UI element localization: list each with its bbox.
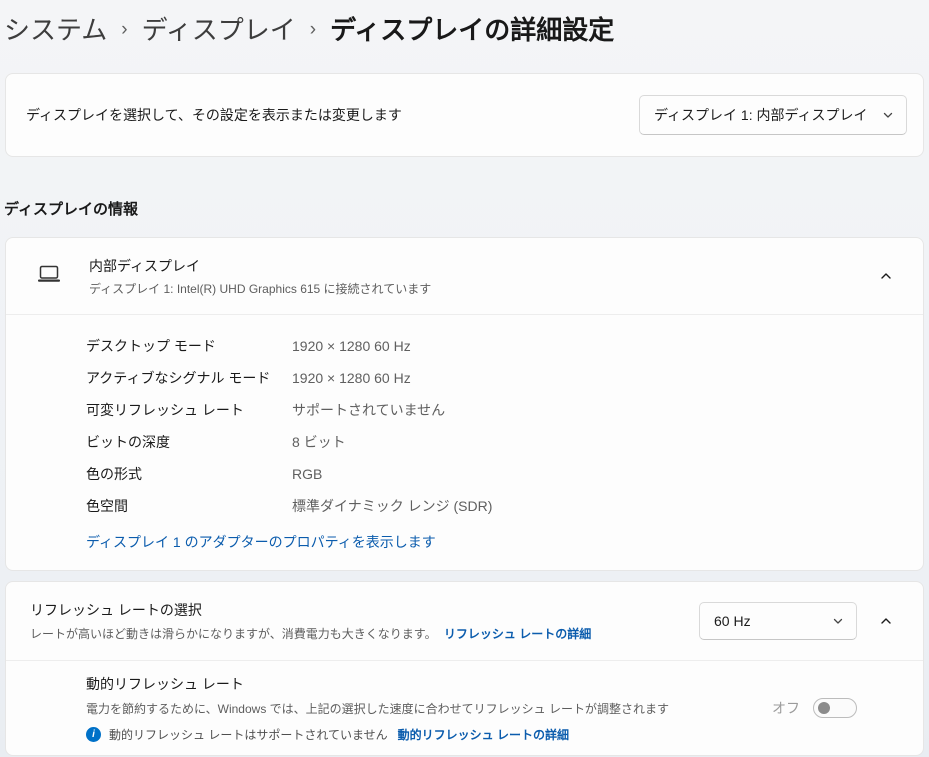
info-row-color-space: 色空間 標準ダイナミック レンジ (SDR) xyxy=(86,490,923,522)
breadcrumb-item-display[interactable]: ディスプレイ xyxy=(142,10,296,47)
breadcrumb-separator-icon: › xyxy=(310,17,316,41)
display-info-title: 内部ディスプレイ xyxy=(89,256,431,276)
toggle-state-label: オフ xyxy=(772,698,800,718)
refresh-rate-description: レートが高いほど動きは滑らかになりますが、消費電力も大きくなります。 リフレッシ… xyxy=(30,625,699,642)
display-select-label: ディスプレイを選択して、その設定を表示または変更します xyxy=(26,105,639,125)
dynamic-refresh-rate-section: 動的リフレッシュ レート 電力を節約するために、Windows では、上記の選択… xyxy=(6,661,923,755)
laptop-icon xyxy=(36,262,62,291)
refresh-rate-value: 60 Hz xyxy=(714,613,751,629)
refresh-rate-dropdown[interactable]: 60 Hz xyxy=(699,602,857,640)
display-info-subtitle: ディスプレイ 1: Intel(R) UHD Graphics 615 に接続さ… xyxy=(89,280,431,297)
info-value: 標準ダイナミック レンジ (SDR) xyxy=(292,496,492,516)
adapter-properties-link[interactable]: ディスプレイ 1 のアダプターのプロパティを表示します xyxy=(86,532,436,552)
display-select-card: ディスプレイを選択して、その設定を表示または変更します ディスプレイ 1: 内部… xyxy=(5,73,924,157)
info-value: 1920 × 1280 60 Hz xyxy=(292,370,411,386)
display-select-dropdown[interactable]: ディスプレイ 1: 内部ディスプレイ xyxy=(639,95,907,135)
chevron-down-icon xyxy=(882,109,894,121)
info-label: デスクトップ モード xyxy=(86,336,292,356)
breadcrumb-current-page-title: ディスプレイの詳細設定 xyxy=(330,10,614,47)
chevron-up-icon[interactable] xyxy=(879,269,893,283)
display-info-expander-header[interactable]: 内部ディスプレイ ディスプレイ 1: Intel(R) UHD Graphics… xyxy=(6,238,923,314)
info-value: 8 ビット xyxy=(292,432,346,452)
toggle-knob xyxy=(818,702,830,714)
dynamic-refresh-rate-description: 電力を節約するために、Windows では、上記の選択した速度に合わせてリフレッ… xyxy=(86,700,669,717)
chevron-up-icon[interactable] xyxy=(879,614,893,628)
info-label: アクティブなシグナル モード xyxy=(86,368,292,388)
info-label: 色空間 xyxy=(86,496,292,516)
refresh-rate-title: リフレッシュ レートの選択 xyxy=(30,600,699,620)
refresh-rate-description-text: レートが高いほど動きは滑らかになりますが、消費電力も大きくなります。 xyxy=(30,627,437,641)
display-info-card: 内部ディスプレイ ディスプレイ 1: Intel(R) UHD Graphics… xyxy=(5,237,924,571)
breadcrumb: システム › ディスプレイ › ディスプレイの詳細設定 xyxy=(0,0,929,48)
dynamic-refresh-rate-status: 動的リフレッシュ レートはサポートされていません xyxy=(109,726,388,743)
refresh-rate-card: リフレッシュ レートの選択 レートが高いほど動きは滑らかになりますが、消費電力も… xyxy=(5,581,924,756)
display-info-section-title: ディスプレイの情報 xyxy=(4,198,929,219)
info-row-active-signal-mode: アクティブなシグナル モード 1920 × 1280 60 Hz xyxy=(86,362,923,394)
display-select-value: ディスプレイ 1: 内部ディスプレイ xyxy=(654,105,868,125)
info-label: ビットの深度 xyxy=(86,432,292,452)
info-row-bit-depth: ビットの深度 8 ビット xyxy=(86,426,923,458)
dynamic-refresh-rate-learn-more-link[interactable]: 動的リフレッシュ レートの詳細 xyxy=(398,726,569,743)
refresh-rate-learn-more-link[interactable]: リフレッシュ レートの詳細 xyxy=(444,627,591,641)
info-label: 色の形式 xyxy=(86,464,292,484)
breadcrumb-separator-icon: › xyxy=(121,17,127,41)
breadcrumb-item-system[interactable]: システム xyxy=(4,10,107,47)
refresh-rate-header: リフレッシュ レートの選択 レートが高いほど動きは滑らかになりますが、消費電力も… xyxy=(6,582,923,660)
dynamic-refresh-rate-title: 動的リフレッシュ レート xyxy=(86,674,669,694)
info-icon xyxy=(86,727,101,742)
info-value: RGB xyxy=(292,466,322,482)
info-row-variable-refresh-rate: 可変リフレッシュ レート サポートされていません xyxy=(86,394,923,426)
display-info-details: デスクトップ モード 1920 × 1280 60 Hz アクティブなシグナル … xyxy=(6,315,923,570)
dynamic-refresh-rate-toggle[interactable] xyxy=(813,698,857,718)
info-value: サポートされていません xyxy=(292,400,445,420)
info-label: 可変リフレッシュ レート xyxy=(86,400,292,420)
chevron-down-icon xyxy=(832,615,844,627)
info-row-color-format: 色の形式 RGB xyxy=(86,458,923,490)
info-value: 1920 × 1280 60 Hz xyxy=(292,338,411,354)
info-row-desktop-mode: デスクトップ モード 1920 × 1280 60 Hz xyxy=(86,330,923,362)
